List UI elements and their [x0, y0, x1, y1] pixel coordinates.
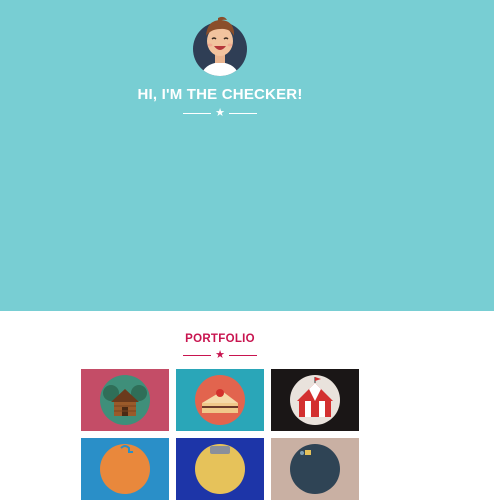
star-icon: ★ [215, 107, 225, 119]
portfolio-item-puzzle[interactable] [81, 438, 169, 500]
divider-line-right [229, 113, 257, 114]
jar-icon [195, 444, 245, 494]
hero-title: HI, I'M THE CHECKER! [137, 86, 303, 103]
star-icon: ★ [215, 349, 225, 361]
hero-section: HI, I'M THE CHECKER! ★ [0, 0, 494, 311]
portfolio-divider: ★ [183, 349, 257, 361]
portfolio-title: PORTFOLIO [185, 333, 255, 345]
circus-tent-icon [290, 375, 340, 425]
cake-slice-icon [195, 375, 245, 425]
divider-line-left [183, 355, 211, 356]
log-cabin-icon [100, 375, 150, 425]
puzzle-icon [100, 444, 150, 494]
portfolio-item-jar[interactable] [176, 438, 264, 500]
divider-line-right [229, 355, 257, 356]
portfolio-item-circus[interactable] [271, 369, 359, 431]
portfolio-item-cabin[interactable] [81, 369, 169, 431]
gadget-icon [290, 444, 340, 494]
hero-divider: ★ [183, 107, 257, 119]
avatar [193, 16, 247, 76]
portfolio-item-gadget[interactable] [271, 438, 359, 500]
divider-line-left [183, 113, 211, 114]
portfolio-item-cake[interactable] [176, 369, 264, 431]
